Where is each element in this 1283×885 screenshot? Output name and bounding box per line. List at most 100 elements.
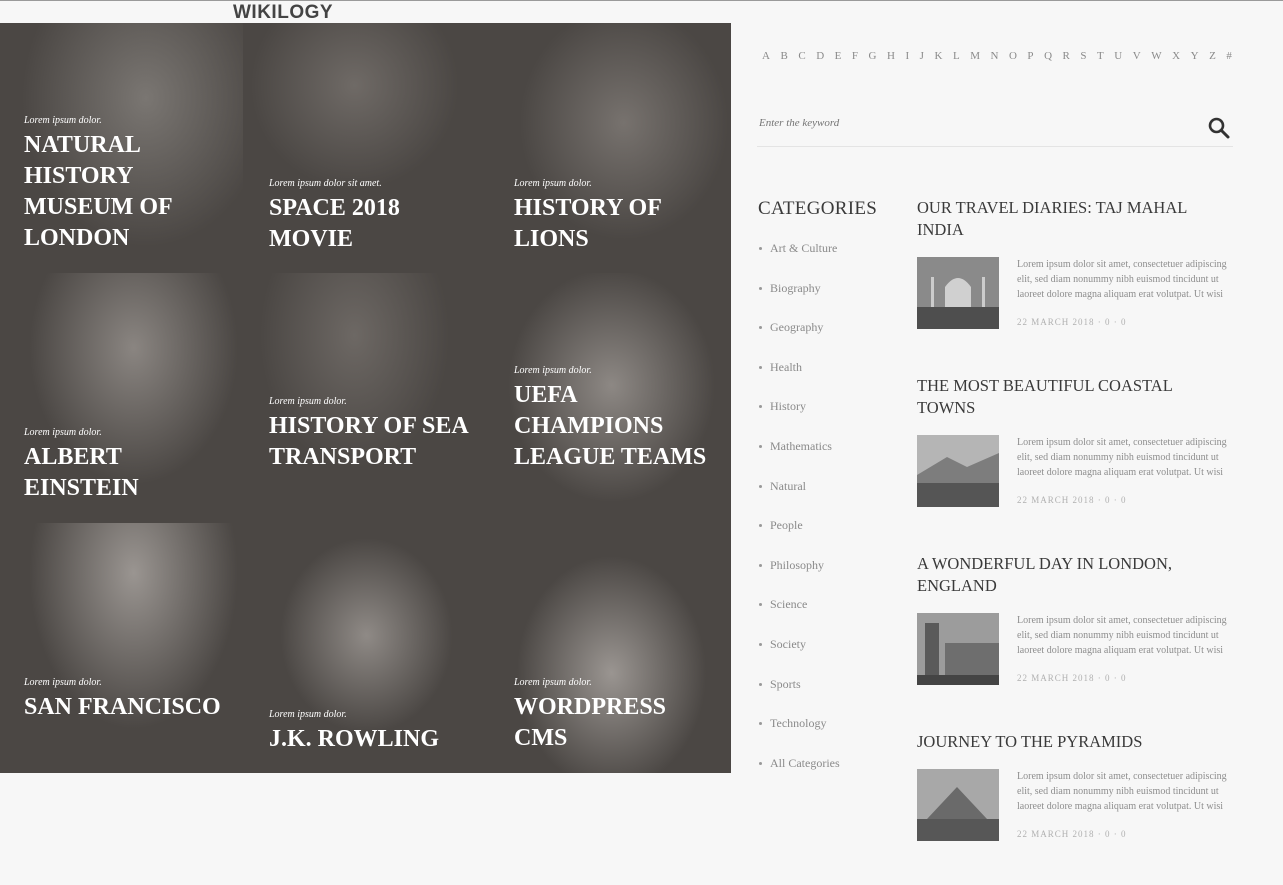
post-title[interactable]: JOURNEY TO THE PYRAMIDS <box>917 731 1227 753</box>
category-label: Mathematics <box>770 438 832 453</box>
alphabet-letter[interactable]: Q <box>1044 50 1052 62</box>
grid-tile[interactable]: Lorem ipsum dolor. NATURAL HISTORY MUSEU… <box>0 23 243 273</box>
tile-title[interactable]: HISTORY OF LIONS <box>514 193 725 255</box>
alphabet-letter[interactable]: D <box>816 50 824 62</box>
category-label: Biography <box>770 280 821 295</box>
tile-title[interactable]: NATURAL HISTORY MUSEUM OF LONDON <box>24 130 235 254</box>
grid-tile[interactable]: Lorem ipsum dolor. HISTORY OF SEA TRANSP… <box>245 273 488 523</box>
post-excerpt: Lorem ipsum dolor sit amet, consectetuer… <box>1017 771 1227 812</box>
alphabet-letter[interactable]: A <box>762 50 770 62</box>
category-item[interactable]: Science <box>758 597 840 637</box>
post-thumbnail[interactable] <box>917 769 999 841</box>
bullet-icon <box>759 484 762 488</box>
search-input[interactable] <box>757 116 1181 130</box>
tile-subtitle: Lorem ipsum dolor. <box>514 365 592 376</box>
category-item[interactable]: Geography <box>758 320 840 360</box>
post-thumbnail[interactable] <box>917 257 999 329</box>
grid-tile[interactable]: Lorem ipsum dolor. SAN FRANCISCO <box>0 523 243 773</box>
alphabet-letter[interactable]: U <box>1114 50 1122 62</box>
category-label: Society <box>770 636 806 651</box>
grid-tile[interactable]: Lorem ipsum dolor. WORDPRESS CMS <box>490 523 731 773</box>
alphabet-letter[interactable]: L <box>953 50 960 62</box>
category-item[interactable]: Mathematics <box>758 439 840 479</box>
alphabet-letter[interactable]: I <box>905 50 909 62</box>
post-excerpt: Lorem ipsum dolor sit amet, consectetuer… <box>1017 615 1227 656</box>
alphabet-letter[interactable]: V <box>1133 50 1141 62</box>
grid-tile[interactable]: Lorem ipsum dolor. UEFA CHAMPIONS LEAGUE… <box>490 273 731 523</box>
alphabet-letter[interactable]: E <box>835 50 842 62</box>
grid-tile[interactable]: Lorem ipsum dolor. HISTORY OF LIONS <box>490 23 731 273</box>
tile-image <box>0 523 243 773</box>
post-title[interactable]: OUR TRAVEL DIARIES: TAJ MAHAL INDIA <box>917 197 1227 241</box>
alphabet-letter[interactable]: Y <box>1191 50 1199 62</box>
alphabet-letter[interactable]: R <box>1063 50 1070 62</box>
alphabet-letter[interactable]: T <box>1097 50 1104 62</box>
post-title[interactable]: A WONDERFUL DAY IN LONDON, ENGLAND <box>917 553 1227 597</box>
category-label: People <box>770 518 803 533</box>
alphabet-letter[interactable]: Z <box>1209 50 1216 62</box>
alphabet-letter[interactable]: J <box>920 50 924 62</box>
taj-mahal-image <box>917 257 999 329</box>
category-item[interactable]: Biography <box>758 281 840 321</box>
bullet-icon <box>759 365 762 369</box>
search-button[interactable] <box>1207 116 1231 140</box>
alphabet-letter[interactable]: N <box>990 50 998 62</box>
category-label: Health <box>770 359 802 374</box>
london-image <box>917 613 999 685</box>
bullet-icon <box>759 326 762 330</box>
post-thumbnail[interactable] <box>917 613 999 685</box>
alphabet-letter[interactable]: M <box>970 50 980 62</box>
alphabet-letter[interactable]: K <box>934 50 942 62</box>
alphabet-letter[interactable]: H <box>887 50 895 62</box>
category-label: Science <box>770 597 808 612</box>
bullet-icon <box>759 286 762 290</box>
alphabet-letter[interactable]: C <box>798 50 805 62</box>
grid-tile[interactable]: Lorem ipsum dolor. J.K. ROWLING <box>245 523 488 773</box>
category-item[interactable]: History <box>758 399 840 439</box>
tile-title[interactable]: J.K. ROWLING <box>269 724 480 755</box>
alphabet-letter[interactable]: O <box>1009 50 1017 62</box>
post-meta: 22 MARCH 2018 · 0 · 0 <box>1017 317 1127 327</box>
tile-title[interactable]: SAN FRANCISCO <box>24 692 235 723</box>
alphabet-letter[interactable]: B <box>780 50 787 62</box>
post-item: A WONDERFUL DAY IN LONDON, ENGLAND Lorem… <box>917 553 1227 685</box>
post-meta: 22 MARCH 2018 · 0 · 0 <box>1017 495 1127 505</box>
category-item[interactable]: Society <box>758 637 840 677</box>
tile-title[interactable]: WORDPRESS CMS <box>514 692 725 754</box>
category-item[interactable]: Sports <box>758 677 840 717</box>
grid-tile[interactable]: Lorem ipsum dolor. ALBERT EINSTEIN <box>0 273 243 523</box>
alphabet-letter[interactable]: W <box>1151 50 1161 62</box>
category-item[interactable]: People <box>758 518 840 558</box>
tile-title[interactable]: UEFA CHAMPIONS LEAGUE TEAMS <box>514 380 725 473</box>
bullet-icon <box>759 603 762 607</box>
post-title[interactable]: THE MOST BEAUTIFUL COASTAL TOWNS <box>917 375 1227 419</box>
category-item[interactable]: Philosophy <box>758 558 840 598</box>
alphabet-letter[interactable]: P <box>1027 50 1033 62</box>
search-icon <box>1208 117 1230 139</box>
tile-title[interactable]: SPACE 2018 MOVIE <box>269 193 480 255</box>
category-item[interactable]: Health <box>758 360 840 400</box>
tile-subtitle: Lorem ipsum dolor sit amet. <box>269 178 382 189</box>
post-item: THE MOST BEAUTIFUL COASTAL TOWNS Lorem i… <box>917 375 1227 507</box>
featured-grid: Lorem ipsum dolor. NATURAL HISTORY MUSEU… <box>0 23 731 773</box>
grid-tile[interactable]: Lorem ipsum dolor sit amet. SPACE 2018 M… <box>245 23 488 273</box>
alphabet-letter[interactable]: F <box>852 50 858 62</box>
categories-list: Art & Culture Biography Geography Health… <box>758 241 840 795</box>
post-thumbnail[interactable] <box>917 435 999 507</box>
alphabet-letter[interactable]: # <box>1226 50 1232 62</box>
tile-subtitle: Lorem ipsum dolor. <box>24 115 102 126</box>
category-item[interactable]: Natural <box>758 479 840 519</box>
post-item: JOURNEY TO THE PYRAMIDS Lorem ipsum dolo… <box>917 731 1227 841</box>
tile-title[interactable]: HISTORY OF SEA TRANSPORT <box>269 411 480 473</box>
alphabet-letter[interactable]: G <box>869 50 877 62</box>
category-label: Geography <box>770 320 824 335</box>
tile-title[interactable]: ALBERT EINSTEIN <box>24 442 235 504</box>
category-item[interactable]: Art & Culture <box>758 241 840 281</box>
tile-subtitle: Lorem ipsum dolor. <box>514 677 592 688</box>
alphabet-letter[interactable]: X <box>1172 50 1180 62</box>
site-logo[interactable]: WIKILOGY <box>233 2 333 24</box>
category-item[interactable]: All Categories <box>758 756 840 796</box>
category-item[interactable]: Technology <box>758 716 840 756</box>
alphabet-letter[interactable]: S <box>1080 50 1086 62</box>
bullet-icon <box>759 444 762 448</box>
